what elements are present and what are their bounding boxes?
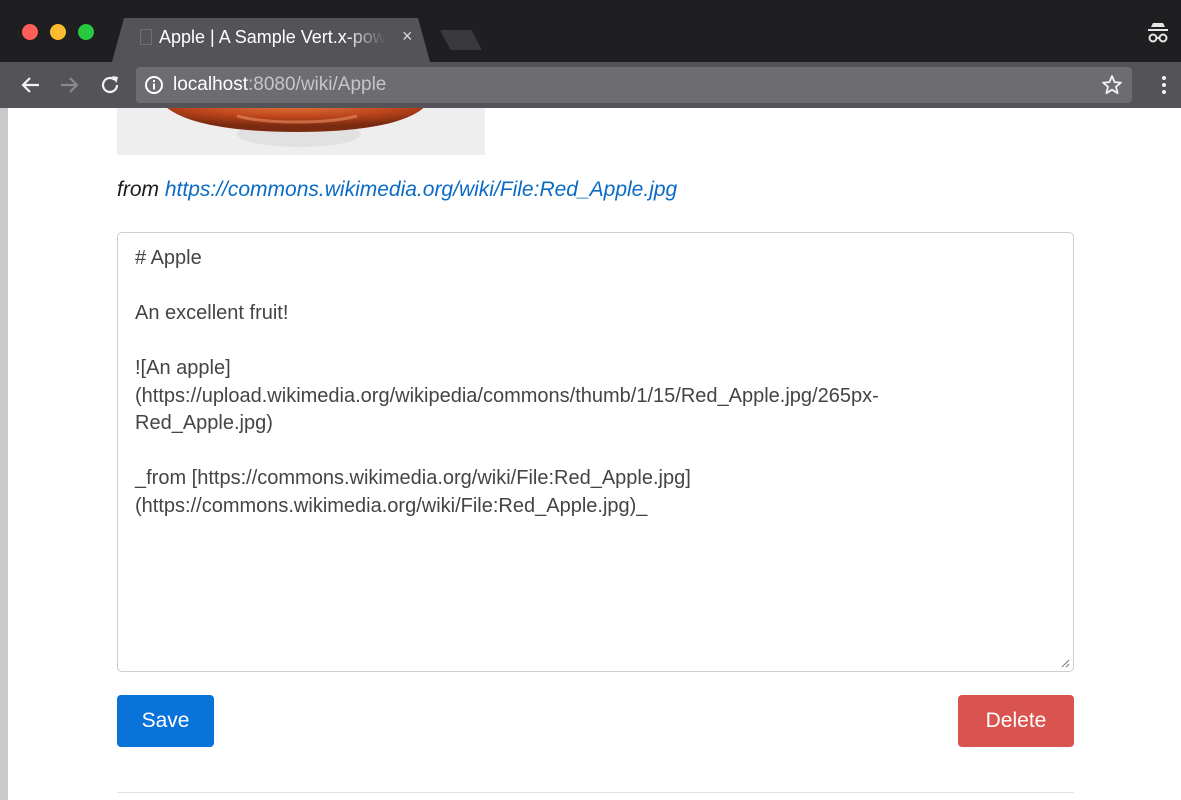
address-bar[interactable]: localhost:8080/wiki/Apple	[136, 67, 1132, 103]
credit-link[interactable]: https://commons.wikimedia.org/wiki/File:…	[165, 178, 677, 201]
url-text[interactable]: localhost:8080/wiki/Apple	[173, 74, 386, 96]
apple-image	[117, 108, 485, 155]
reload-icon[interactable]	[97, 72, 123, 98]
back-arrow-icon[interactable]	[18, 72, 44, 98]
info-icon[interactable]	[144, 75, 164, 95]
minimize-window-button[interactable]	[50, 24, 66, 40]
url-path: :8080/wiki/Apple	[248, 74, 387, 95]
star-icon[interactable]	[1100, 73, 1124, 97]
url-host: localhost	[173, 74, 248, 95]
divider	[117, 792, 1074, 793]
credit-prefix: from	[117, 178, 165, 201]
window-edge	[0, 108, 8, 800]
tab-title: Apple | A Sample Vert.x-powered Wiki	[159, 27, 385, 47]
menu-dots-icon[interactable]	[1161, 74, 1167, 96]
delete-button[interactable]: Delete	[958, 695, 1074, 747]
browser-toolbar: localhost:8080/wiki/Apple	[0, 62, 1181, 108]
save-button[interactable]: Save	[117, 695, 214, 747]
page-icon	[140, 29, 152, 45]
browser-tab[interactable]: Apple | A Sample Vert.x-powered Wiki ×	[112, 18, 430, 62]
incognito-icon	[1148, 23, 1168, 43]
browser-titlebar: Apple | A Sample Vert.x-powered Wiki ×	[0, 0, 1181, 62]
close-window-button[interactable]	[22, 24, 38, 40]
resize-handle-icon[interactable]	[1060, 658, 1070, 668]
forward-arrow-icon[interactable]	[56, 72, 82, 98]
editor-content[interactable]: # Apple An excellent fruit! ![An apple] …	[135, 245, 1035, 520]
maximize-window-button[interactable]	[78, 24, 94, 40]
markdown-editor[interactable]: # Apple An excellent fruit! ![An apple] …	[117, 232, 1074, 672]
image-credit: from https://commons.wikimedia.org/wiki/…	[117, 178, 677, 202]
new-tab-button[interactable]	[440, 30, 482, 50]
tab-close-icon[interactable]: ×	[402, 26, 413, 47]
